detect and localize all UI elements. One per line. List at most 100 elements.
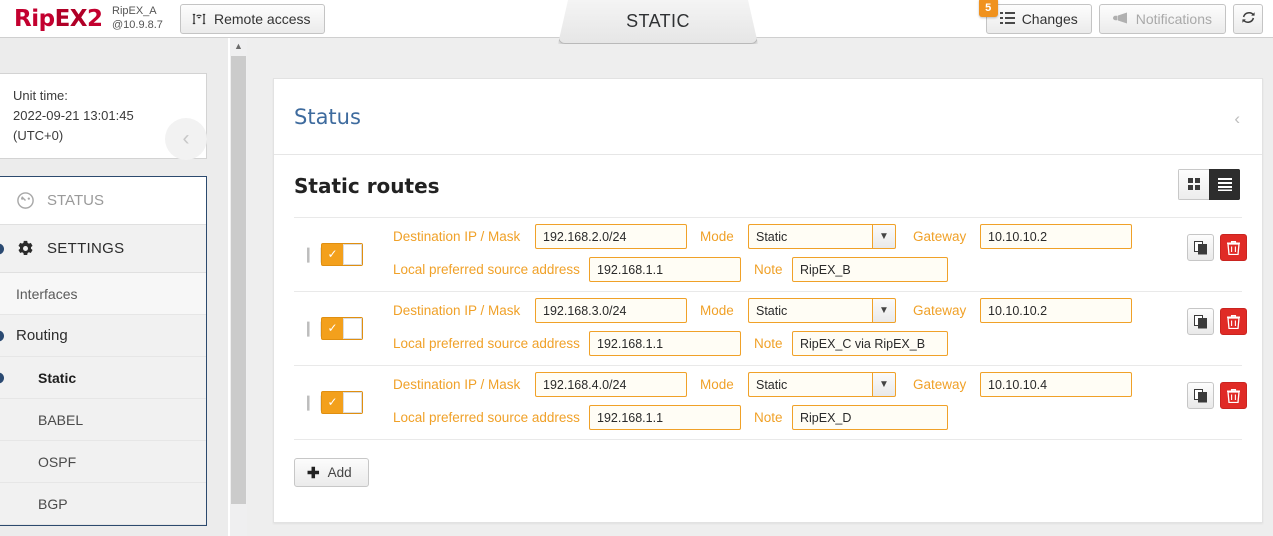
chevron-down-icon[interactable]: ▼ [872,224,896,249]
mode-label: Mode [700,377,734,392]
route-enable-toggle[interactable]: ✓ [321,317,363,340]
changes-label: Changes [1021,11,1078,27]
gateway-input[interactable] [980,224,1132,249]
top-right-actions: 5 Changes Notifications [978,0,1263,34]
gateway-label: Gateway [913,229,967,244]
active-marker-dot [0,330,4,341]
destination-input[interactable] [535,224,687,249]
chevron-left-icon[interactable]: ‹ [1234,109,1240,129]
sidebar-item-ospf[interactable]: OSPF [0,441,206,483]
note-label: Note [754,262,783,277]
unit-time-label: Unit time: [13,88,68,103]
refresh-button[interactable] [1233,4,1263,34]
grid-view-icon[interactable] [1178,169,1209,200]
note-label: Note [754,336,783,351]
mode-select-value: Static [748,372,872,397]
route-enable-toggle[interactable]: ✓ [321,243,363,266]
unit-name: RipEX_A [112,5,157,17]
remote-access-label: Remote access [214,11,311,27]
tab-static[interactable]: STATIC [558,0,758,44]
copy-icon[interactable] [1187,382,1214,409]
sidebar-nav: STATUS SETTINGS Interfaces Routing Stati… [0,176,207,526]
top-bar: RipEX2 RipEX_A @10.9.8.7 Remote access S… [0,0,1273,44]
copy-icon[interactable] [1187,308,1214,335]
note-input[interactable] [792,331,948,356]
row-actions [1187,234,1249,261]
chevron-down-icon[interactable]: ▼ [872,298,896,323]
antenna-icon [191,11,207,27]
gateway-input[interactable] [980,372,1132,397]
copy-icon[interactable] [1187,234,1214,261]
drag-handle-icon[interactable]: ❙❙ [302,321,328,337]
refresh-icon [1240,9,1257,29]
card-header: Status ‹ [274,79,1262,155]
changes-button[interactable]: 5 Changes [978,0,1092,34]
sidebar-collapse-button[interactable]: ‹ [165,118,207,160]
sidebar-item-label: Interfaces [16,285,78,302]
unit-identity: RipEX_A @10.9.8.7 [112,4,163,32]
chevron-left-icon: ‹ [182,127,190,150]
local-source-input[interactable] [589,257,741,282]
notifications-label: Notifications [1135,11,1212,27]
sidebar-item-bgp[interactable]: BGP [0,483,206,525]
note-input[interactable] [792,257,948,282]
destination-input[interactable] [535,298,687,323]
local-source-label: Local preferred source address [393,410,580,425]
active-marker-dot [0,243,4,254]
local-source-input[interactable] [589,405,741,430]
sidebar-item-label: BGP [38,495,68,512]
sidebar-item-babel[interactable]: BABEL [0,399,206,441]
check-icon: ✓ [327,321,338,335]
logo-ex: EX [54,6,88,32]
page-title: Status [294,104,361,129]
sidebar-item-settings[interactable]: SETTINGS [0,225,206,273]
main-card: Status ‹ Static routes ❙❙ ✓ Destination … [273,78,1263,523]
changes-badge: 5 [978,0,998,17]
toggle-knob [343,244,362,265]
chevron-up-icon[interactable]: ▲ [230,38,247,54]
add-button[interactable]: ✚ Add [294,458,369,487]
mode-select[interactable]: Static ▼ [748,298,896,323]
mode-select[interactable]: Static ▼ [748,224,896,249]
mode-label: Mode [700,229,734,244]
toggle-knob [343,318,362,339]
gauge-icon [16,191,35,210]
sidebar-item-static[interactable]: Static [0,357,206,399]
gateway-label: Gateway [913,303,967,318]
destination-input[interactable] [535,372,687,397]
remote-access-button[interactable]: Remote access [180,4,326,34]
route-enable-toggle[interactable]: ✓ [321,391,363,414]
mode-select[interactable]: Static ▼ [748,372,896,397]
check-icon: ✓ [327,247,338,261]
static-routes-list: ❙❙ ✓ Destination IP / Mask Mode Static ▼… [294,217,1247,440]
unit-time-value: 2022-09-21 13:01:45 [13,108,134,123]
gateway-label: Gateway [913,377,967,392]
sidebar: Unit time: 2022-09-21 13:01:45 (UTC+0) ‹… [0,38,228,536]
view-mode-toggle [1178,169,1240,200]
gateway-input[interactable] [980,298,1132,323]
drag-handle-icon[interactable]: ❙❙ [302,247,328,263]
sidebar-item-label: Routing [16,327,68,344]
add-button-label: Add [327,465,352,480]
drag-handle-icon[interactable]: ❙❙ [302,395,328,411]
list-view-icon[interactable] [1209,169,1240,200]
trash-icon[interactable] [1220,382,1247,409]
notifications-button[interactable]: Notifications [1098,4,1226,34]
unit-address: @10.9.8.7 [112,19,163,31]
sidebar-item-label: Static [38,369,77,386]
trash-icon[interactable] [1220,234,1247,261]
scrollbar-thumb[interactable] [231,56,246,504]
sidebar-item-interfaces[interactable]: Interfaces [0,273,206,315]
trash-icon[interactable] [1220,308,1247,335]
note-input[interactable] [792,405,948,430]
sidebar-scrollbar[interactable]: ▲ [230,38,247,536]
destination-label: Destination IP / Mask [393,377,521,392]
sidebar-item-routing[interactable]: Routing [0,315,206,357]
tab-static-label: STATIC [626,10,690,31]
local-source-input[interactable] [589,331,741,356]
check-icon: ✓ [327,395,338,409]
add-row-wrap: ✚ Add [294,458,1262,487]
note-label: Note [754,410,783,425]
chevron-down-icon[interactable]: ▼ [872,372,896,397]
sidebar-item-status[interactable]: STATUS [0,177,206,225]
